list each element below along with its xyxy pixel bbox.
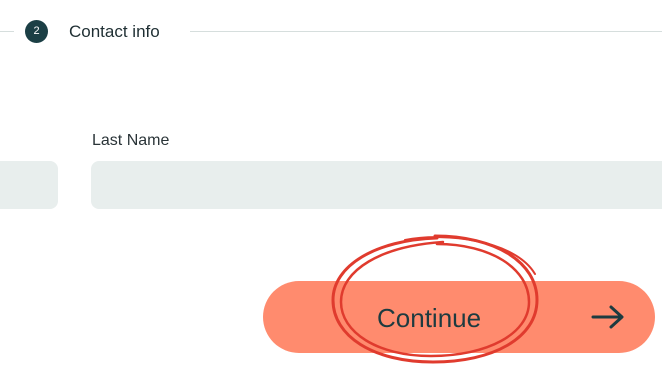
- step-divider-right: [190, 31, 662, 32]
- arrow-right-icon: [591, 305, 624, 329]
- step-title: Contact info: [69, 22, 160, 41]
- step-divider-left: [0, 31, 14, 32]
- step-number-badge: 2: [25, 20, 48, 43]
- continue-button[interactable]: Continue: [263, 281, 655, 353]
- last-name-input[interactable]: [91, 161, 662, 209]
- step-number: 2: [33, 25, 40, 37]
- continue-label: Continue: [377, 303, 482, 333]
- first-name-input[interactable]: [0, 161, 58, 209]
- last-name-label: Last Name: [92, 132, 170, 149]
